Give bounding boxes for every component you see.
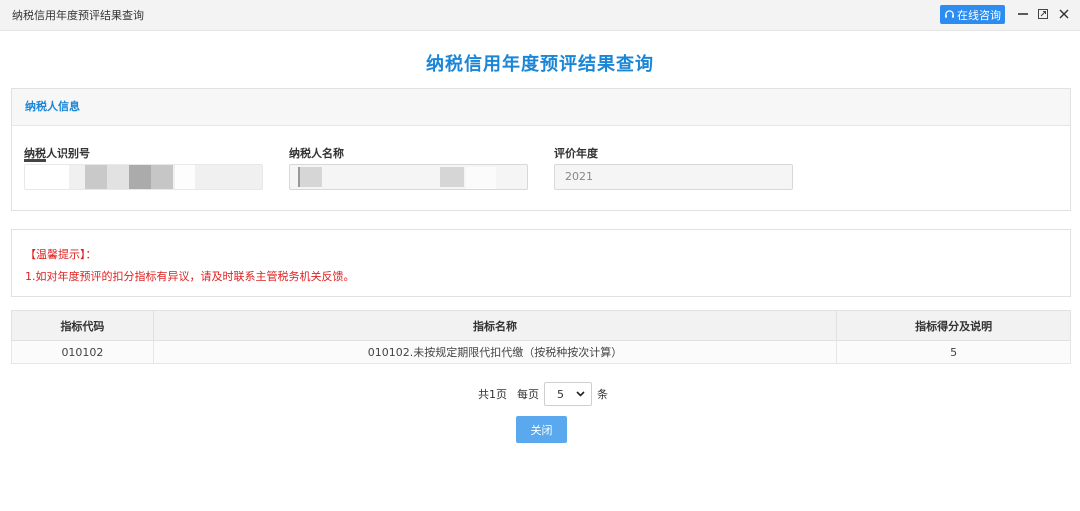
evaluation-year-label: 评价年度: [554, 147, 598, 160]
table-header-row: 指标代码 指标名称 指标得分及说明: [11, 310, 1071, 341]
window-title: 纳税信用年度预评结果查询: [12, 9, 144, 22]
redaction-block: [129, 165, 151, 189]
redaction-block: [25, 165, 69, 189]
cell-indicator-score: 5: [836, 340, 1071, 364]
redaction-block: [440, 167, 464, 187]
table-row[interactable]: 010102 010102.未按规定期限代扣代缴（按税种按次计算） 5: [11, 340, 1071, 364]
result-table: 指标代码 指标名称 指标得分及说明 010102 010102.未按规定期限代扣…: [11, 310, 1071, 364]
maximize-button[interactable]: [1034, 4, 1052, 24]
per-page-prefix: 每页: [517, 388, 539, 401]
online-consult-label: 在线咨询: [957, 8, 1001, 22]
redaction-block: [151, 165, 173, 189]
taxpayer-name-label: 纳税人名称: [289, 147, 344, 160]
headset-icon: [945, 10, 954, 18]
total-pages-text: 共1页: [478, 388, 507, 401]
taxpayer-info-header: 纳税人信息: [12, 89, 1070, 126]
pagination: 共1页 每页 5 条: [478, 382, 608, 406]
window-titlebar: 纳税信用年度预评结果查询 在线咨询: [0, 0, 1080, 31]
cell-indicator-name: 010102.未按规定期限代扣代缴（按税种按次计算）: [152, 340, 838, 364]
column-header-code: 指标代码: [11, 310, 154, 341]
column-header-name: 指标名称: [152, 310, 838, 341]
tips-line: 1.如对年度预评的扣分指标有异议，请及时联系主管税务机关反馈。: [25, 270, 355, 283]
taxpayer-info-panel: 纳税人信息 纳税人识别号 纳税人名称 评价年度 2021: [11, 88, 1071, 211]
online-consult-button[interactable]: 在线咨询: [940, 5, 1005, 24]
redaction-block: [298, 167, 322, 187]
evaluation-year-value: 2021: [565, 170, 593, 183]
close-window-button[interactable]: [1055, 4, 1073, 24]
maximize-icon: [1038, 9, 1048, 19]
page-size-value: 5: [557, 387, 564, 401]
close-icon: [1059, 9, 1069, 19]
column-header-score: 指标得分及说明: [836, 310, 1071, 341]
minimize-icon: [1018, 13, 1028, 15]
tips-title: 【温馨提示】：: [25, 248, 97, 261]
page-title: 纳税信用年度预评结果查询: [426, 54, 654, 75]
redaction-block: [107, 165, 129, 189]
cell-indicator-code: 010102: [11, 340, 154, 364]
chevron-down-icon: [576, 391, 585, 397]
tips-panel: 【温馨提示】： 1.如对年度预评的扣分指标有异议，请及时联系主管税务机关反馈。: [11, 229, 1071, 297]
minimize-button[interactable]: [1014, 4, 1032, 24]
evaluation-year-field[interactable]: 2021: [554, 164, 793, 190]
close-button[interactable]: 关闭: [516, 416, 567, 443]
redaction-block: [298, 167, 300, 187]
per-page-suffix: 条: [597, 388, 608, 401]
redaction-block: [85, 165, 107, 189]
redaction-block: [175, 165, 195, 189]
redaction-block: [466, 167, 496, 189]
taxpayer-id-field[interactable]: [24, 164, 263, 190]
page-size-select[interactable]: 5: [544, 382, 592, 406]
label-underline: [24, 159, 46, 162]
taxpayer-name-field[interactable]: [289, 164, 528, 190]
